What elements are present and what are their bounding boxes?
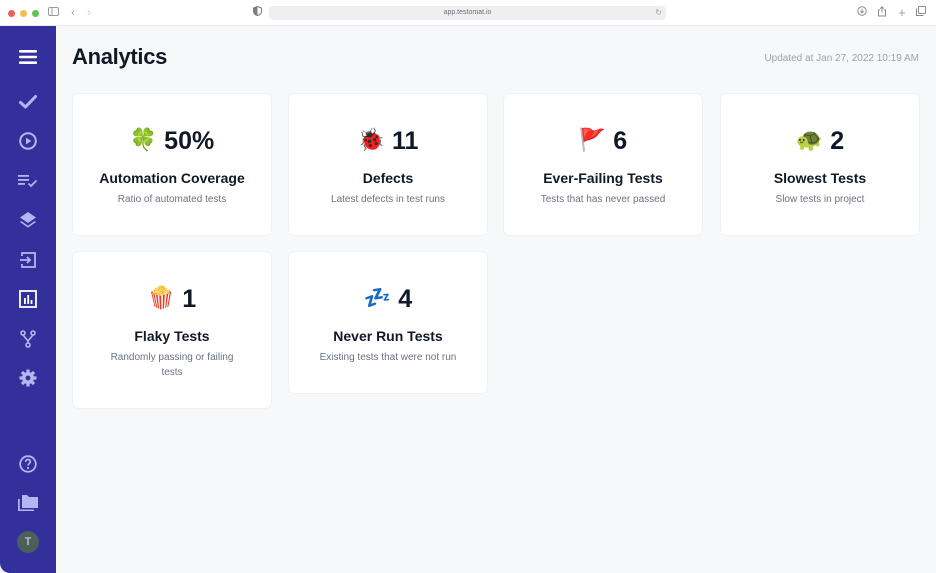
card-title: Never Run Tests [333, 328, 443, 344]
sidebar-item-projects[interactable] [14, 489, 42, 517]
help-circle-icon [19, 455, 37, 473]
share-icon[interactable] [876, 6, 888, 20]
layers-icon [20, 212, 36, 228]
card-flaky-tests[interactable]: 🍿 1 Flaky Tests Randomly passing or fail… [73, 252, 271, 408]
privacy-shield-icon[interactable] [251, 5, 263, 20]
sidebar-item-imports[interactable] [14, 246, 42, 274]
sidebar-item-branches[interactable] [14, 325, 42, 353]
app-window: T Analytics Updated at Jan 27, 2022 10:1… [0, 26, 936, 573]
card-automation-coverage[interactable]: 🍀 50% Automation Coverage Ratio of autom… [73, 94, 271, 235]
card-description: Ratio of automated tests [117, 194, 227, 205]
sidebar-item-steps[interactable] [14, 206, 42, 234]
sidebar-item-analytics[interactable] [14, 285, 42, 313]
back-icon[interactable]: ‹ [68, 6, 78, 20]
card-title: Slowest Tests [773, 170, 867, 186]
card-title: Ever-Failing Tests [543, 170, 663, 186]
user-avatar[interactable]: T [17, 531, 39, 553]
branch-icon [20, 330, 36, 348]
new-tab-icon[interactable]: + [896, 6, 908, 20]
card-title: Automation Coverage [99, 170, 245, 186]
download-icon[interactable] [856, 6, 868, 20]
card-description: Slow tests in project [775, 194, 865, 205]
card-ever-failing-tests[interactable]: 🚩 6 Ever-Failing Tests Tests that has ne… [504, 94, 702, 235]
zzz-sleep-icon: 💤 [363, 286, 392, 311]
forward-icon[interactable]: › [84, 6, 94, 20]
turtle-icon: 🐢 [795, 128, 824, 153]
checkmark-icon [19, 95, 37, 109]
address-bar[interactable]: app.testomat.io ↻ [269, 6, 666, 20]
import-icon [20, 252, 36, 268]
tab-overview-icon[interactable] [915, 6, 927, 20]
maximize-window-button[interactable] [32, 10, 39, 17]
card-value: 50% [164, 127, 215, 155]
card-value: 11 [391, 127, 419, 155]
sidebar-item-tests[interactable] [14, 88, 42, 116]
card-description: Latest defects in test runs [331, 194, 445, 205]
bar-chart-icon [19, 290, 37, 308]
sidebar-item-settings[interactable] [14, 364, 42, 392]
sidebar-item-runs[interactable] [14, 127, 42, 155]
minimize-window-button[interactable] [20, 10, 27, 17]
updated-timestamp: Updated at Jan 27, 2022 10:19 AM [764, 53, 919, 64]
popcorn-icon: 🍿 [147, 286, 176, 311]
card-description: Tests that has never passed [540, 194, 666, 205]
reload-icon[interactable]: ↻ [655, 6, 662, 20]
card-defects[interactable]: 🐞 11 Defects Latest defects in test runs [289, 94, 487, 235]
card-slowest-tests[interactable]: 🐢 2 Slowest Tests Slow tests in project [721, 94, 919, 235]
card-value: 4 [398, 285, 413, 313]
card-value: 6 [613, 127, 628, 155]
card-description: Existing tests that were not run [319, 352, 457, 363]
card-title: Defects [362, 170, 414, 186]
sidebar: T [0, 26, 56, 573]
card-description: Randomly passing or failing tests [110, 352, 234, 378]
four-leaf-clover-icon: 🍀 [129, 128, 158, 153]
card-value: 1 [182, 285, 197, 313]
ladybug-icon: 🐞 [357, 128, 385, 153]
list-check-icon [18, 175, 38, 188]
card-never-run-tests[interactable]: 💤 4 Never Run Tests Existing tests that … [289, 252, 487, 393]
page-title: Analytics [72, 44, 168, 69]
card-value: 2 [830, 127, 845, 155]
play-circle-icon [19, 132, 37, 150]
close-window-button[interactable] [8, 10, 15, 17]
folders-icon [18, 495, 38, 511]
sidebar-item-help[interactable] [14, 450, 42, 478]
browser-toolbar: ‹ › app.testomat.io ↻ + [0, 0, 936, 26]
red-flag-icon: 🚩 [578, 128, 607, 153]
sidebar-item-menu[interactable] [14, 43, 42, 71]
hamburger-menu-icon [19, 50, 37, 64]
sidebar-toggle-icon[interactable] [47, 6, 59, 20]
card-title: Flaky Tests [134, 328, 210, 344]
sidebar-item-plans[interactable] [14, 167, 42, 195]
url-text: app.testomat.io [443, 9, 492, 16]
main-content: Analytics Updated at Jan 27, 2022 10:19 … [56, 26, 936, 573]
gear-icon [19, 369, 37, 387]
